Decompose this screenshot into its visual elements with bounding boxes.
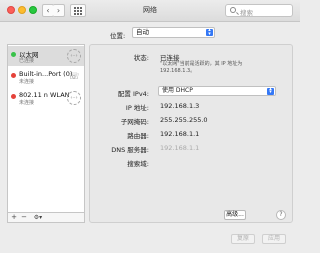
network-arrows-icon: ‹··›: [67, 91, 81, 105]
service-list-toolbar: + − ⚙▾: [7, 212, 85, 223]
config-ipv4-value: 使用 DHCP: [162, 87, 193, 94]
add-service-button[interactable]: +: [10, 213, 18, 222]
subnet-mask-value: 255.255.255.0: [160, 116, 208, 124]
ip-address-label: IP 地址:: [125, 104, 149, 112]
advanced-button[interactable]: 高级...: [224, 210, 246, 220]
ip-address-value: 192.168.1.3: [160, 102, 200, 110]
location-value: 自动: [136, 28, 149, 36]
service-item-wlan[interactable]: 802.11 n WLAN 未连接 ‹··›: [8, 88, 84, 108]
dns-server-label: DNS 服务器:: [111, 146, 149, 154]
search-placeholder: 搜索: [240, 9, 253, 17]
window-title: 网络: [143, 6, 157, 14]
help-button[interactable]: ?: [276, 210, 286, 220]
subnet-mask-label: 子网掩码:: [120, 118, 149, 126]
forward-button[interactable]: ›: [53, 4, 65, 17]
status-label: 状态:: [133, 54, 149, 62]
close-window-button[interactable]: [7, 6, 15, 14]
status-dot-icon: [11, 52, 16, 57]
phone-icon: ☏: [68, 72, 80, 82]
location-select[interactable]: 自动 ▴ ▾: [132, 27, 215, 38]
service-status: 未连接: [19, 100, 35, 106]
search-domain-label: 搜索域:: [127, 160, 149, 168]
title-bar: ‹ › 网络 搜索: [0, 0, 300, 22]
config-ipv4-select[interactable]: 使用 DHCP ▴ ▾: [158, 86, 276, 96]
apply-button[interactable]: 应用: [262, 234, 286, 244]
chevron-left-icon: ‹: [46, 6, 50, 15]
service-name: Built-in...Port (0): [19, 70, 73, 78]
service-item-builtin-port[interactable]: Built-in...Port (0) 未连接 ☏: [8, 67, 84, 87]
minimize-window-button[interactable]: [18, 6, 26, 14]
service-name: 802.11 n WLAN: [19, 91, 70, 99]
network-preferences-window: ‹ › 网络 搜索 位置: 自动 ▴ ▾ 以太网 已连接 ‹··› Built-…: [0, 0, 300, 253]
router-label: 路由器:: [127, 132, 149, 140]
dns-server-value: 192.168.1.1: [160, 144, 200, 152]
status-dot-icon: [11, 94, 16, 99]
chevron-right-icon: ›: [56, 6, 61, 15]
status-dot-icon: [11, 73, 16, 78]
service-list: 以太网 已连接 ‹··› Built-in...Port (0) 未连接 ☏ 8…: [7, 44, 85, 223]
location-label: 位置:: [110, 32, 126, 40]
status-note: "以太网"当前是活跃的，其 IP 地址为 192.168.1.3。: [160, 61, 243, 74]
network-arrows-icon: ‹··›: [67, 49, 81, 63]
updown-arrows-icon: ▴ ▾: [206, 28, 213, 36]
updown-arrows-icon: ▴ ▾: [267, 86, 274, 95]
service-item-ethernet[interactable]: 以太网 已连接 ‹··›: [8, 46, 84, 66]
search-icon: [230, 7, 236, 13]
show-all-button[interactable]: [70, 4, 86, 17]
service-status: 未连接: [19, 79, 35, 85]
service-status: 已连接: [19, 58, 35, 64]
config-ipv4-label: 配置 IPv4:: [117, 90, 149, 98]
search-field[interactable]: 搜索: [225, 4, 293, 17]
action-menu-button[interactable]: ⚙▾: [31, 213, 45, 222]
router-value: 192.168.1.1: [160, 130, 200, 138]
revert-button[interactable]: 复原: [231, 234, 255, 244]
remove-service-button[interactable]: −: [20, 213, 28, 222]
zoom-window-button[interactable]: [29, 6, 37, 14]
